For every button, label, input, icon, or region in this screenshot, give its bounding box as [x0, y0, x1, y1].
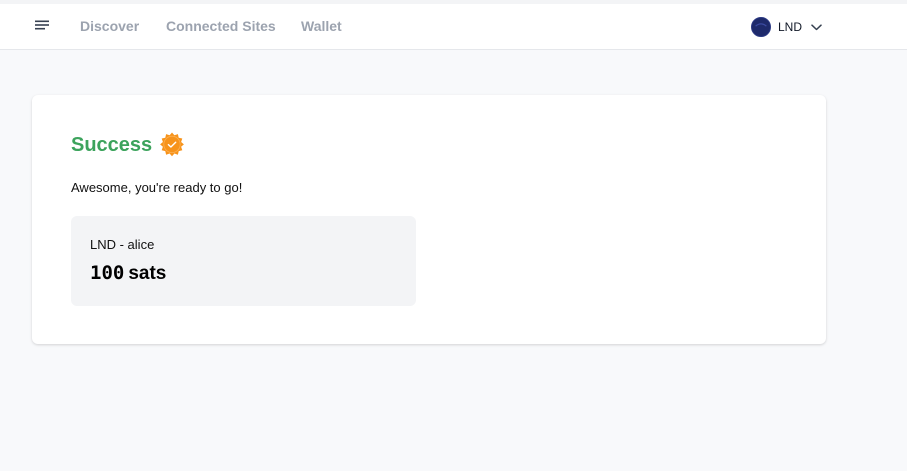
balance-amount: 100: [90, 262, 125, 284]
account-label: LND: [778, 20, 803, 34]
balance: 100 sats: [90, 262, 166, 285]
nav-link-wallet[interactable]: Wallet: [301, 18, 342, 34]
success-message: Awesome, you're ready to go!: [71, 180, 243, 195]
hamburger-menu-icon: [34, 18, 50, 36]
account-balance-box: LND - alice 100 sats: [71, 216, 416, 306]
nav-link-discover[interactable]: Discover: [80, 18, 139, 34]
menu-button[interactable]: [31, 16, 53, 38]
chevron-down-icon: [811, 23, 822, 31]
account-switcher[interactable]: LND: [751, 16, 822, 38]
success-card: Success Awesome, you're ready to go! LND…: [32, 95, 826, 344]
verified-badge-icon: [159, 132, 185, 158]
account-name: LND - alice: [90, 237, 155, 252]
top-navbar: Discover Connected Sites Wallet LND: [0, 4, 907, 50]
title-row: Success: [71, 131, 185, 159]
page-title: Success: [71, 133, 153, 156]
balance-unit: sats: [128, 263, 167, 284]
account-avatar-icon: [751, 17, 771, 37]
nav-link-connected-sites[interactable]: Connected Sites: [166, 18, 276, 34]
